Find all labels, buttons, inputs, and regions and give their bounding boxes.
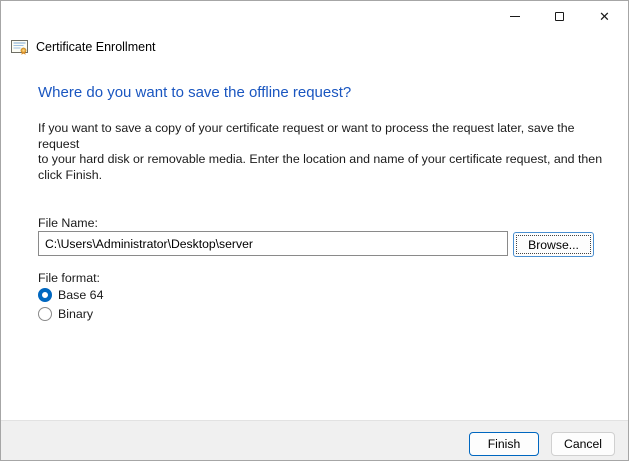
wizard-header: Certificate Enrollment (11, 39, 156, 55)
radio-base64[interactable]: Base 64 (38, 288, 103, 302)
radio-base64-label: Base 64 (58, 288, 103, 302)
maximize-button[interactable] (537, 2, 582, 31)
page-title: Where do you want to save the offline re… (38, 84, 351, 101)
description-line: If you want to save a copy of your certi… (38, 121, 613, 152)
app-title: Certificate Enrollment (36, 40, 156, 54)
description-line: click Finish. (38, 168, 613, 184)
certificate-icon (11, 39, 29, 55)
certificate-enrollment-dialog: ✕ Certificate Enrollment Where do you wa… (0, 0, 629, 461)
file-name-label: File Name: (38, 216, 98, 230)
description-line: to your hard disk or removable media. En… (38, 152, 613, 168)
browse-button[interactable]: Browse... (513, 232, 594, 257)
minimize-icon (510, 16, 520, 17)
file-name-input[interactable] (38, 231, 508, 256)
finish-button[interactable]: Finish (469, 432, 539, 456)
file-format-label: File format: (38, 271, 100, 285)
maximize-icon (555, 12, 564, 21)
radio-binary-label: Binary (58, 307, 93, 321)
radio-binary[interactable]: Binary (38, 307, 93, 321)
title-bar: ✕ (1, 1, 628, 32)
radio-selected-icon[interactable] (38, 288, 52, 302)
radio-unselected-icon[interactable] (38, 307, 52, 321)
minimize-button[interactable] (492, 2, 537, 31)
close-button[interactable]: ✕ (582, 2, 627, 31)
close-icon: ✕ (599, 10, 610, 23)
description-text: If you want to save a copy of your certi… (38, 121, 613, 183)
cancel-button[interactable]: Cancel (551, 432, 615, 456)
caption-buttons: ✕ (492, 2, 627, 31)
